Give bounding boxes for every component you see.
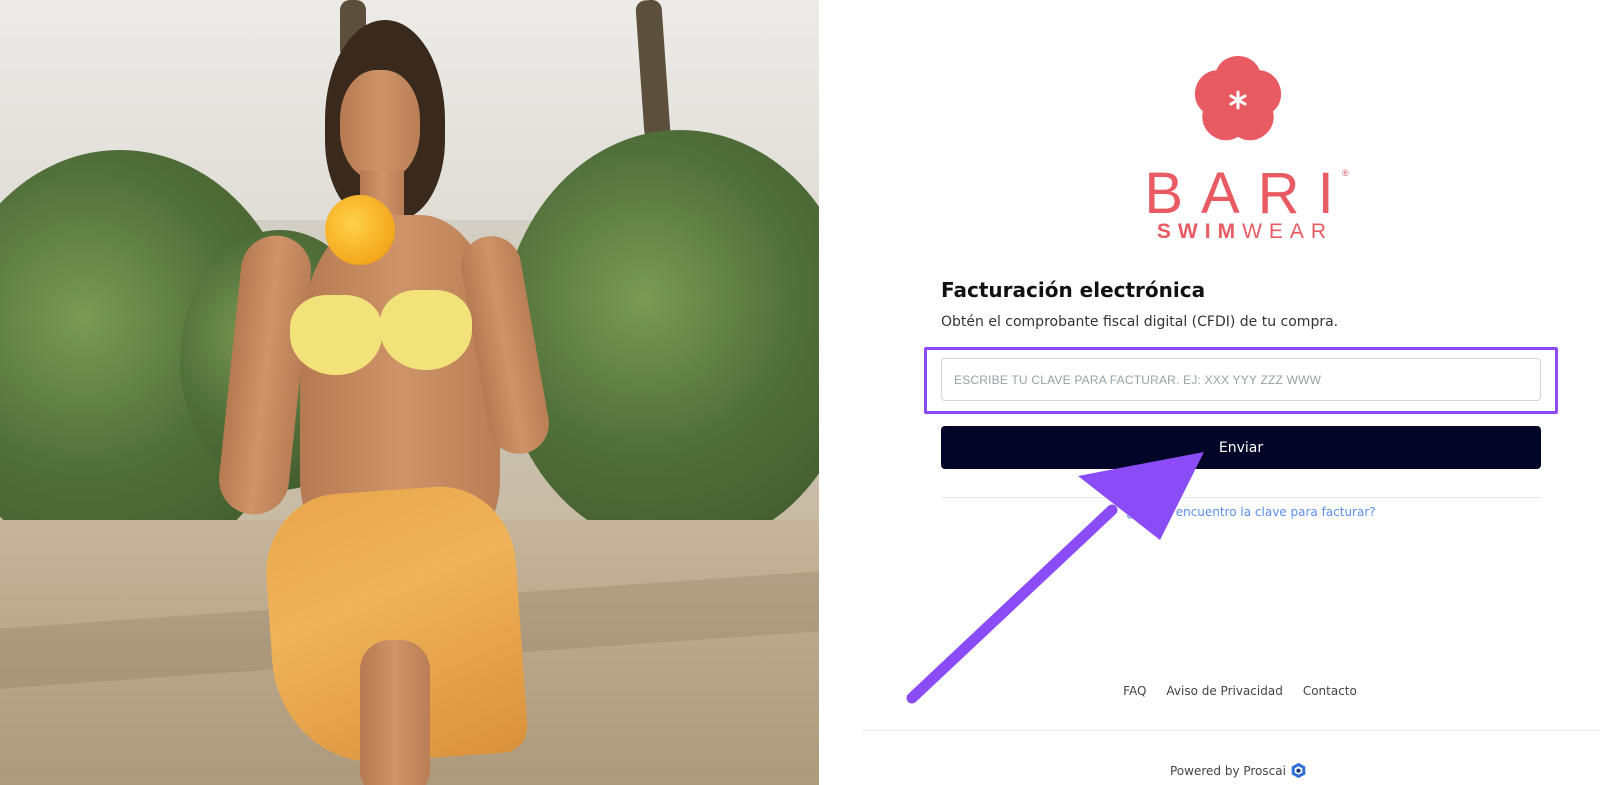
drink-glass	[325, 195, 395, 265]
footer-divider	[862, 730, 1600, 731]
brand-subtitle: SWIMWEAR	[1132, 220, 1352, 244]
powered-by-label: Powered by Proscai	[1170, 763, 1286, 778]
flower-logo-icon	[1194, 56, 1282, 141]
footer-link-contact[interactable]: Contacto	[1303, 684, 1357, 698]
footer-link-privacy[interactable]: Aviso de Privacidad	[1166, 684, 1282, 698]
help-link-label: ¿Dónde encuentro la clave para facturar?	[1126, 505, 1376, 519]
model-face	[340, 70, 420, 180]
model-leg	[360, 640, 430, 785]
footer-link-faq[interactable]: FAQ	[1123, 684, 1146, 698]
bikini-top-left	[290, 295, 382, 375]
brand-sub-bold: SWIM	[1156, 220, 1243, 243]
page-subtitle: Obtén el comprobante fiscal digital (CFD…	[941, 314, 1339, 330]
brand-name: BARI	[1144, 161, 1352, 226]
invoice-key-input[interactable]	[941, 358, 1541, 401]
brand-registered-mark: ®	[1342, 168, 1349, 178]
model-figure	[215, 20, 554, 785]
page-title: Facturación electrónica	[941, 278, 1206, 302]
hero-photo	[0, 0, 819, 785]
proscai-logo-icon	[1291, 762, 1306, 779]
divider	[941, 497, 1541, 498]
bikini-top-right	[380, 290, 472, 370]
brand-sub-light: WEAR	[1242, 220, 1334, 243]
help-link[interactable]: ¿Dónde encuentro la clave para facturar?	[941, 505, 1541, 519]
powered-by: Powered by Proscai	[1170, 762, 1307, 779]
footer-links: FAQ Aviso de Privacidad Contacto	[1100, 684, 1380, 698]
brand-logo: BARI ® SWIMWEAR	[1132, 48, 1352, 248]
submit-button[interactable]: Enviar	[941, 426, 1541, 469]
